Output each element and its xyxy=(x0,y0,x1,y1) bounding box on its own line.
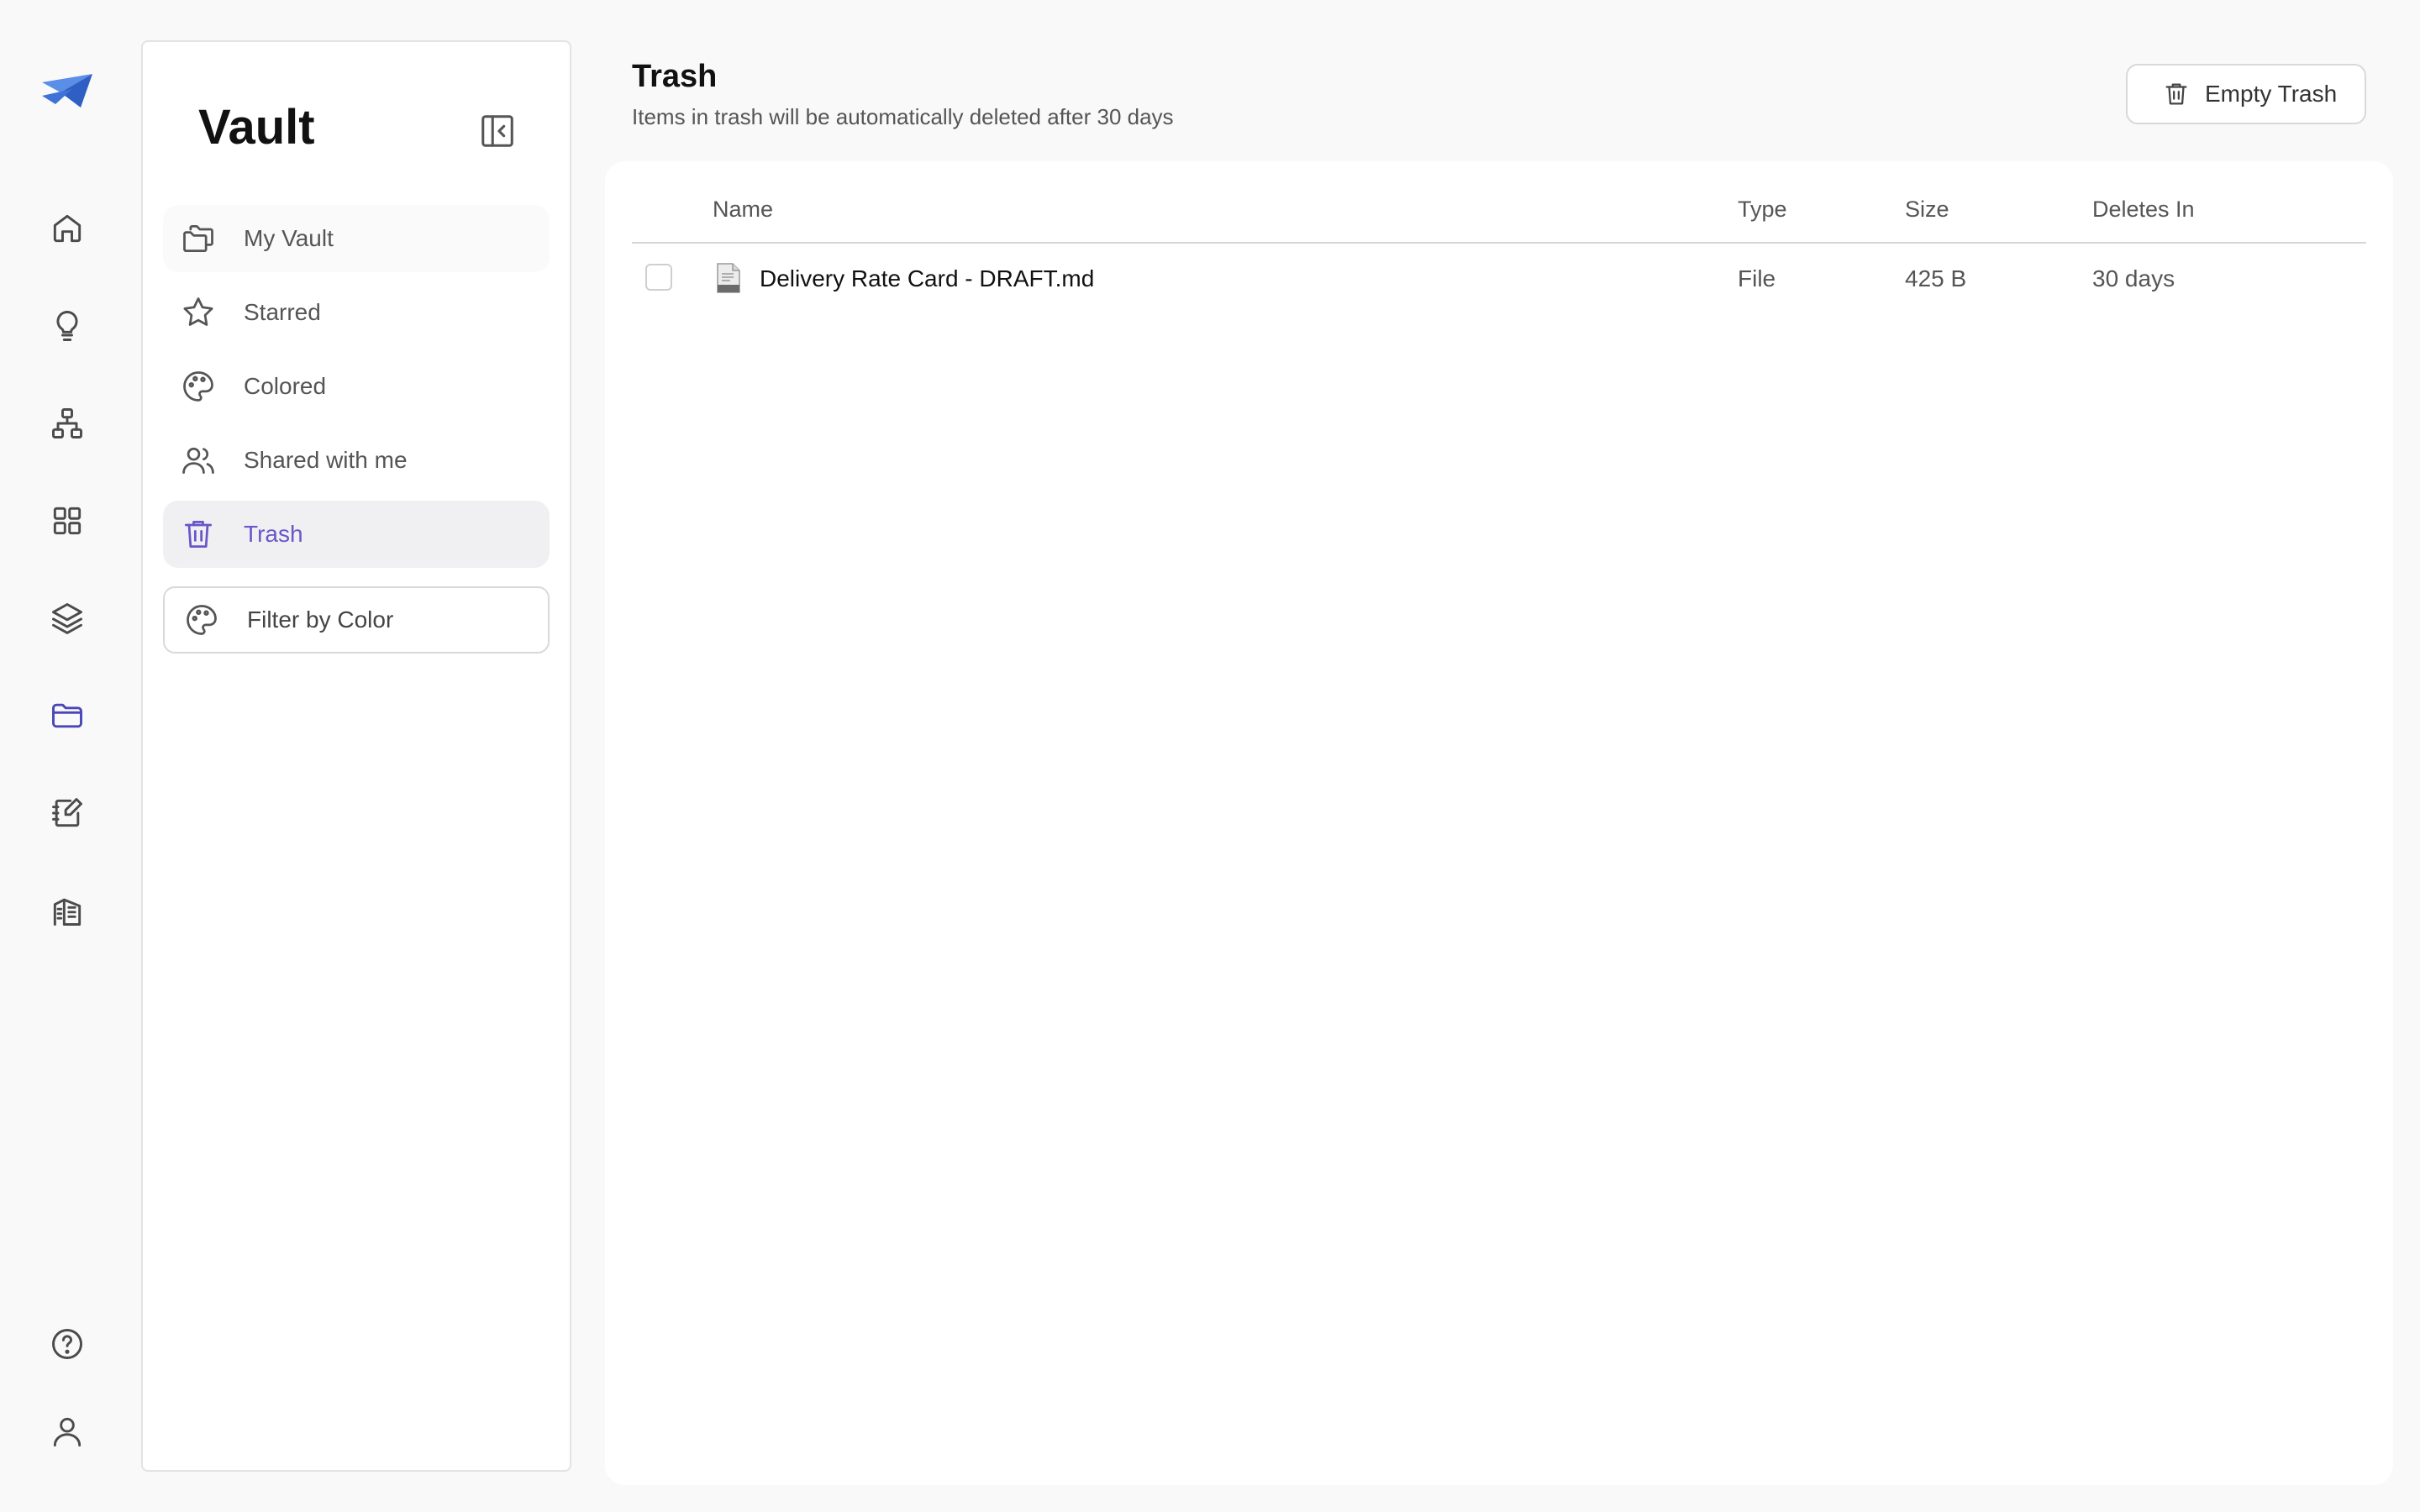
file-name[interactable]: Delivery Rate Card - DRAFT.md xyxy=(760,265,1094,292)
building-icon[interactable] xyxy=(42,885,92,936)
column-header-type[interactable]: Type xyxy=(1738,197,1787,223)
vault-sidebar: Vault My Vault Starred Colored Shared wi… xyxy=(141,40,571,1472)
trash-table-card: Name Type Size Deletes In Delivery Rate … xyxy=(605,161,2393,1485)
column-header-name[interactable]: Name xyxy=(713,197,773,223)
icon-rail xyxy=(0,0,134,1512)
sidebar-item-my-vault[interactable]: My Vault xyxy=(163,205,550,272)
notebook-edit-icon[interactable] xyxy=(42,788,92,838)
sidebar-item-colored[interactable]: Colored xyxy=(163,353,550,420)
sidebar-item-starred[interactable]: Starred xyxy=(163,279,550,346)
palette-icon xyxy=(182,600,222,640)
lightbulb-icon[interactable] xyxy=(42,301,92,351)
page-title: Trash xyxy=(632,59,718,94)
help-icon[interactable] xyxy=(42,1319,92,1369)
file-type: File xyxy=(1738,265,1776,291)
sidebar-item-trash[interactable]: Trash xyxy=(163,501,550,568)
trash-icon xyxy=(2161,79,2191,109)
hierarchy-icon[interactable] xyxy=(42,398,92,449)
table-row[interactable]: Delivery Rate Card - DRAFT.md File 425 B… xyxy=(632,245,2366,311)
sidebar-item-label: Colored xyxy=(244,373,327,399)
sidebar-collapse-icon xyxy=(478,112,517,150)
folders-icon xyxy=(178,218,218,259)
sidebar-item-label: My Vault xyxy=(244,225,334,251)
filter-by-color-label: Filter by Color xyxy=(247,606,394,633)
page-subtitle: Items in trash will be automatically del… xyxy=(632,104,1174,129)
table-header: Name Type Size Deletes In xyxy=(632,176,2366,244)
sidebar-item-label: Trash xyxy=(244,521,303,547)
user-profile-icon[interactable] xyxy=(42,1406,92,1457)
empty-trash-button[interactable]: Empty Trash xyxy=(2126,64,2366,124)
sidebar-item-label: Shared with me xyxy=(244,447,408,473)
sidebar-title: Vault xyxy=(198,100,315,155)
trash-icon xyxy=(178,514,218,554)
home-icon[interactable] xyxy=(42,203,92,254)
star-icon xyxy=(178,292,218,333)
palette-icon xyxy=(178,366,218,407)
row-checkbox[interactable] xyxy=(645,264,672,291)
file-icon xyxy=(714,262,743,294)
file-deletes-in: 30 days xyxy=(2092,265,2175,291)
column-header-deletes-in[interactable]: Deletes In xyxy=(2092,197,2195,223)
filter-by-color-button[interactable]: Filter by Color xyxy=(163,586,550,654)
sidebar-item-shared-with-me[interactable]: Shared with me xyxy=(163,427,550,494)
layers-icon[interactable] xyxy=(42,593,92,643)
users-icon xyxy=(178,440,218,480)
file-size: 425 B xyxy=(1905,265,1967,291)
collapse-sidebar-button[interactable] xyxy=(476,109,519,153)
folder-icon[interactable] xyxy=(42,690,92,741)
sidebar-item-label: Starred xyxy=(244,299,321,325)
empty-trash-label: Empty Trash xyxy=(2205,81,2338,107)
app-logo[interactable] xyxy=(39,71,96,113)
column-header-size[interactable]: Size xyxy=(1905,197,1949,223)
app-root: Vault My Vault Starred Colored Shared wi… xyxy=(0,0,2420,1512)
apps-grid-icon[interactable] xyxy=(42,496,92,546)
